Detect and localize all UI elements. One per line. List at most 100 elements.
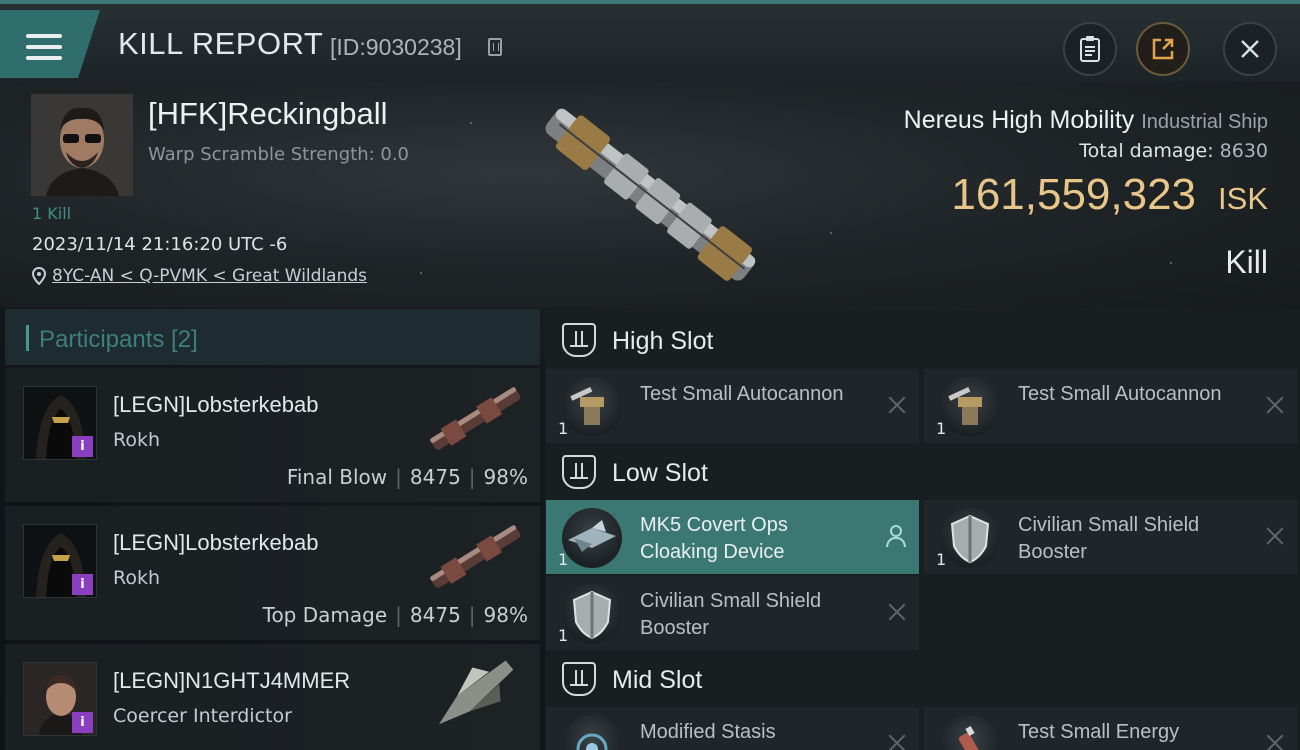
module-item[interactable]: Test Small Energy xyxy=(924,707,1297,750)
participant-ship-image xyxy=(430,525,521,588)
mid-slot-header: Mid Slot xyxy=(545,650,1300,710)
module-item[interactable]: 1 Civilian Small Shield Booster xyxy=(924,500,1297,574)
slot-icon xyxy=(562,662,596,696)
low-slot-header: Low Slot xyxy=(545,443,1300,503)
stat-divider: | xyxy=(468,603,476,627)
participants-header: Participants [2] xyxy=(5,309,540,365)
header-accent-bar xyxy=(26,325,29,351)
total-damage-value: 8630 xyxy=(1219,140,1268,162)
autocannon-icon xyxy=(940,377,1000,437)
high-slot-header: High Slot xyxy=(545,311,1300,371)
star-decoration xyxy=(1170,262,1172,264)
isk-unit: ISK xyxy=(1218,181,1268,216)
x-icon xyxy=(1265,733,1285,750)
x-icon xyxy=(887,395,907,415)
module-quantity: 1 xyxy=(936,419,947,438)
x-icon xyxy=(887,733,907,750)
stasis-webifier-icon xyxy=(562,715,622,750)
participant-name[interactable]: [LEGN]Lobsterkebab xyxy=(113,530,318,556)
module-item[interactable]: 1 Civilian Small Shield Booster xyxy=(546,576,919,650)
close-icon xyxy=(1241,40,1259,58)
participants-title: Participants [2] xyxy=(39,326,198,353)
participant-name[interactable]: [LEGN]N1GHTJ4MMER xyxy=(113,668,350,694)
participants-panel: Participants [2] i [LEGN]Lobsterkebab Ro… xyxy=(5,309,540,750)
module-item[interactable]: Modified Stasis xyxy=(546,707,919,750)
victim-portrait[interactable] xyxy=(31,94,133,196)
module-item[interactable]: 1 Test Small Autocannon xyxy=(546,369,919,443)
clipboard-icon xyxy=(1080,36,1100,62)
copy-icon[interactable] xyxy=(488,38,502,56)
cloaking-device-icon xyxy=(562,508,622,568)
module-name: Test Small Autocannon xyxy=(640,383,844,405)
warp-scramble-strength: Warp Scramble Strength: 0.0 xyxy=(148,144,410,165)
star-decoration xyxy=(470,122,472,124)
share-icon xyxy=(1152,38,1174,60)
ship-class: Industrial Ship xyxy=(1141,111,1268,133)
isk-value-row: 161,559,323 ISK xyxy=(951,170,1268,220)
participant-ship: Rokh xyxy=(113,567,161,589)
page-title: KILL REPORT xyxy=(118,26,324,61)
corporation-badge: i xyxy=(72,436,93,457)
module-name: Modified Stasis xyxy=(640,721,776,743)
participant-card[interactable]: i [LEGN]N1GHTJ4MMER Coercer Interdictor xyxy=(5,644,540,750)
slot-title: Mid Slot xyxy=(612,665,703,694)
participant-damage: 8475 xyxy=(409,465,461,489)
participant-role: Final Blow xyxy=(286,465,388,489)
participant-ship: Rokh xyxy=(113,429,161,451)
shield-booster-icon xyxy=(940,508,1000,568)
fitting-panel: High Slot 1 Test Small Autocannon 1 Test… xyxy=(545,309,1300,750)
slot-title: High Slot xyxy=(612,326,714,355)
participant-card[interactable]: i [LEGN]Lobsterkebab Rokh Top Damage | 847… xyxy=(5,506,540,640)
participant-ship-image xyxy=(430,387,521,450)
module-quantity: 1 xyxy=(558,626,569,645)
participant-damage: 8475 xyxy=(409,603,461,627)
module-quantity: 1 xyxy=(558,550,569,569)
module-name: Civilian Small Shield Booster xyxy=(1018,514,1200,563)
star-decoration xyxy=(420,272,422,274)
location-link[interactable]: 8YC-AN < Q-PVMK < Great Wildlands xyxy=(52,266,367,286)
star-decoration xyxy=(830,232,832,234)
participant-card[interactable]: i [LEGN]Lobsterkebab Rokh Final Blow | 847… xyxy=(5,368,540,502)
kill-location[interactable]: 8YC-AN < Q-PVMK < Great Wildlands xyxy=(32,266,367,286)
location-pin-icon xyxy=(32,267,46,285)
ship-name: Nereus High Mobility xyxy=(903,106,1135,134)
victim-panel: [HFK]Reckingball Warp Scramble Strength:… xyxy=(0,82,1300,308)
victim-kill-count[interactable]: 1 Kill xyxy=(32,204,71,223)
energy-module-icon xyxy=(940,715,1000,750)
stat-divider: | xyxy=(468,465,476,489)
report-id: [ID:9030238] xyxy=(330,34,462,60)
module-item[interactable]: 1 MK5 Covert Ops Cloaking Device xyxy=(546,500,919,574)
clipboard-button[interactable] xyxy=(1063,22,1117,76)
participant-role: Top Damage xyxy=(262,603,388,627)
victim-name[interactable]: [HFK]Reckingball xyxy=(148,96,387,132)
menu-button[interactable] xyxy=(0,10,100,78)
person-icon xyxy=(886,525,906,548)
kill-result: Kill xyxy=(1225,244,1268,280)
autocannon-icon xyxy=(562,377,622,437)
x-icon xyxy=(1265,526,1285,546)
module-item[interactable]: 1 Test Small Autocannon xyxy=(924,369,1297,443)
kill-datetime: 2023/11/14 21:16:20 UTC -6 xyxy=(32,234,288,255)
module-name: MK5 Covert Ops Cloaking Device xyxy=(640,514,788,563)
module-quantity: 1 xyxy=(558,419,569,438)
header-bar: KILL REPORT [ID:9030238] xyxy=(0,4,1300,82)
stat-divider: | xyxy=(395,603,402,627)
victim-ship-type[interactable]: Nereus High Mobility Industrial Ship xyxy=(904,106,1268,135)
total-damage: Total damage: 8630 xyxy=(1079,140,1268,162)
x-icon xyxy=(1265,395,1285,415)
menu-icon xyxy=(26,34,62,62)
participant-stats: Final Blow | 8475 | 98% xyxy=(287,465,528,489)
corporation-badge: i xyxy=(72,574,93,595)
module-quantity: 1 xyxy=(936,550,947,569)
share-button[interactable] xyxy=(1136,22,1190,76)
close-button[interactable] xyxy=(1223,22,1277,76)
slot-title: Low Slot xyxy=(612,458,708,487)
slot-icon xyxy=(562,455,596,489)
participant-name[interactable]: [LEGN]Lobsterkebab xyxy=(113,392,318,418)
kill-report-screen: KILL REPORT [ID:9030238] [HFK]Reckingbal… xyxy=(0,0,1300,750)
participant-ship-image xyxy=(438,660,514,725)
victim-ship-image[interactable] xyxy=(515,88,785,303)
total-damage-label: Total damage: xyxy=(1079,140,1214,162)
participant-stats: Top Damage | 8475 | 98% xyxy=(263,603,528,627)
slot-icon xyxy=(562,323,596,357)
